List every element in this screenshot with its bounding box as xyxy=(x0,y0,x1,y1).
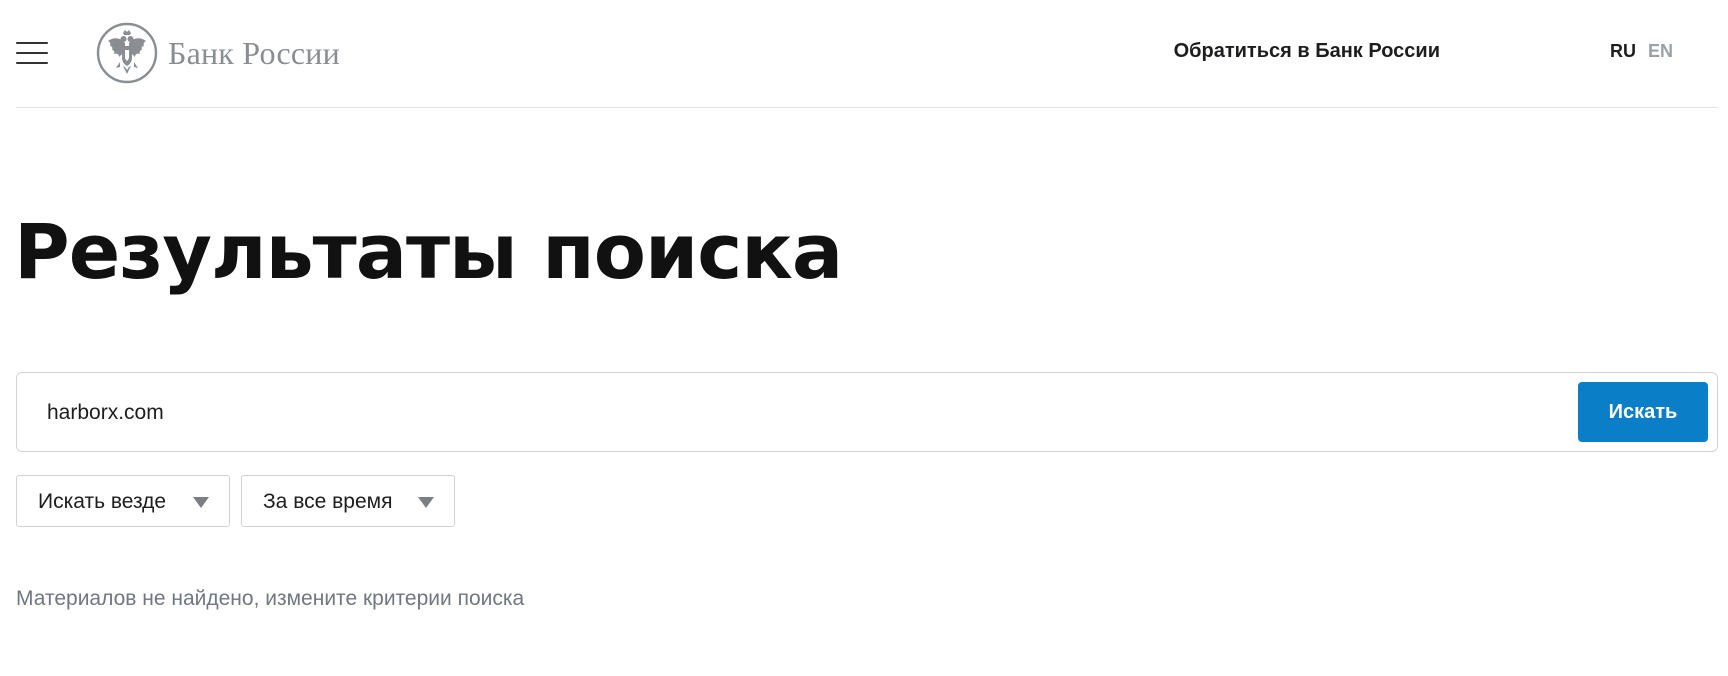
eagle-emblem-icon xyxy=(96,22,158,84)
no-results-message: Материалов не найдено, измените критерии… xyxy=(16,587,525,610)
caret-down-icon xyxy=(418,497,434,508)
site-header: Банк России Обратиться в Банк России RU … xyxy=(0,0,1728,108)
search-input[interactable] xyxy=(47,393,1567,433)
hamburger-menu-icon[interactable] xyxy=(16,42,48,64)
contact-bank-link[interactable]: Обратиться в Банк России xyxy=(1174,40,1440,63)
search-button[interactable]: Искать xyxy=(1578,382,1708,442)
lang-ru-option[interactable]: RU xyxy=(1610,41,1636,62)
menu-line xyxy=(16,62,48,64)
period-filter-value: За все время xyxy=(263,490,393,513)
menu-line xyxy=(16,52,48,54)
header-divider xyxy=(16,107,1718,108)
bank-logo-link[interactable]: Банк России xyxy=(96,21,340,85)
page-title: Результаты поиска xyxy=(14,207,843,296)
period-filter-dropdown[interactable]: За все время xyxy=(241,475,455,527)
caret-down-icon xyxy=(193,497,209,508)
scope-filter-dropdown[interactable]: Искать везде xyxy=(16,475,230,527)
language-switcher: RU EN xyxy=(1610,41,1673,62)
search-form: Искать xyxy=(16,372,1718,452)
scope-filter-value: Искать везде xyxy=(38,490,167,513)
menu-line xyxy=(16,42,48,44)
lang-en-option[interactable]: EN xyxy=(1648,41,1673,62)
logo-text: Банк России xyxy=(168,34,340,71)
